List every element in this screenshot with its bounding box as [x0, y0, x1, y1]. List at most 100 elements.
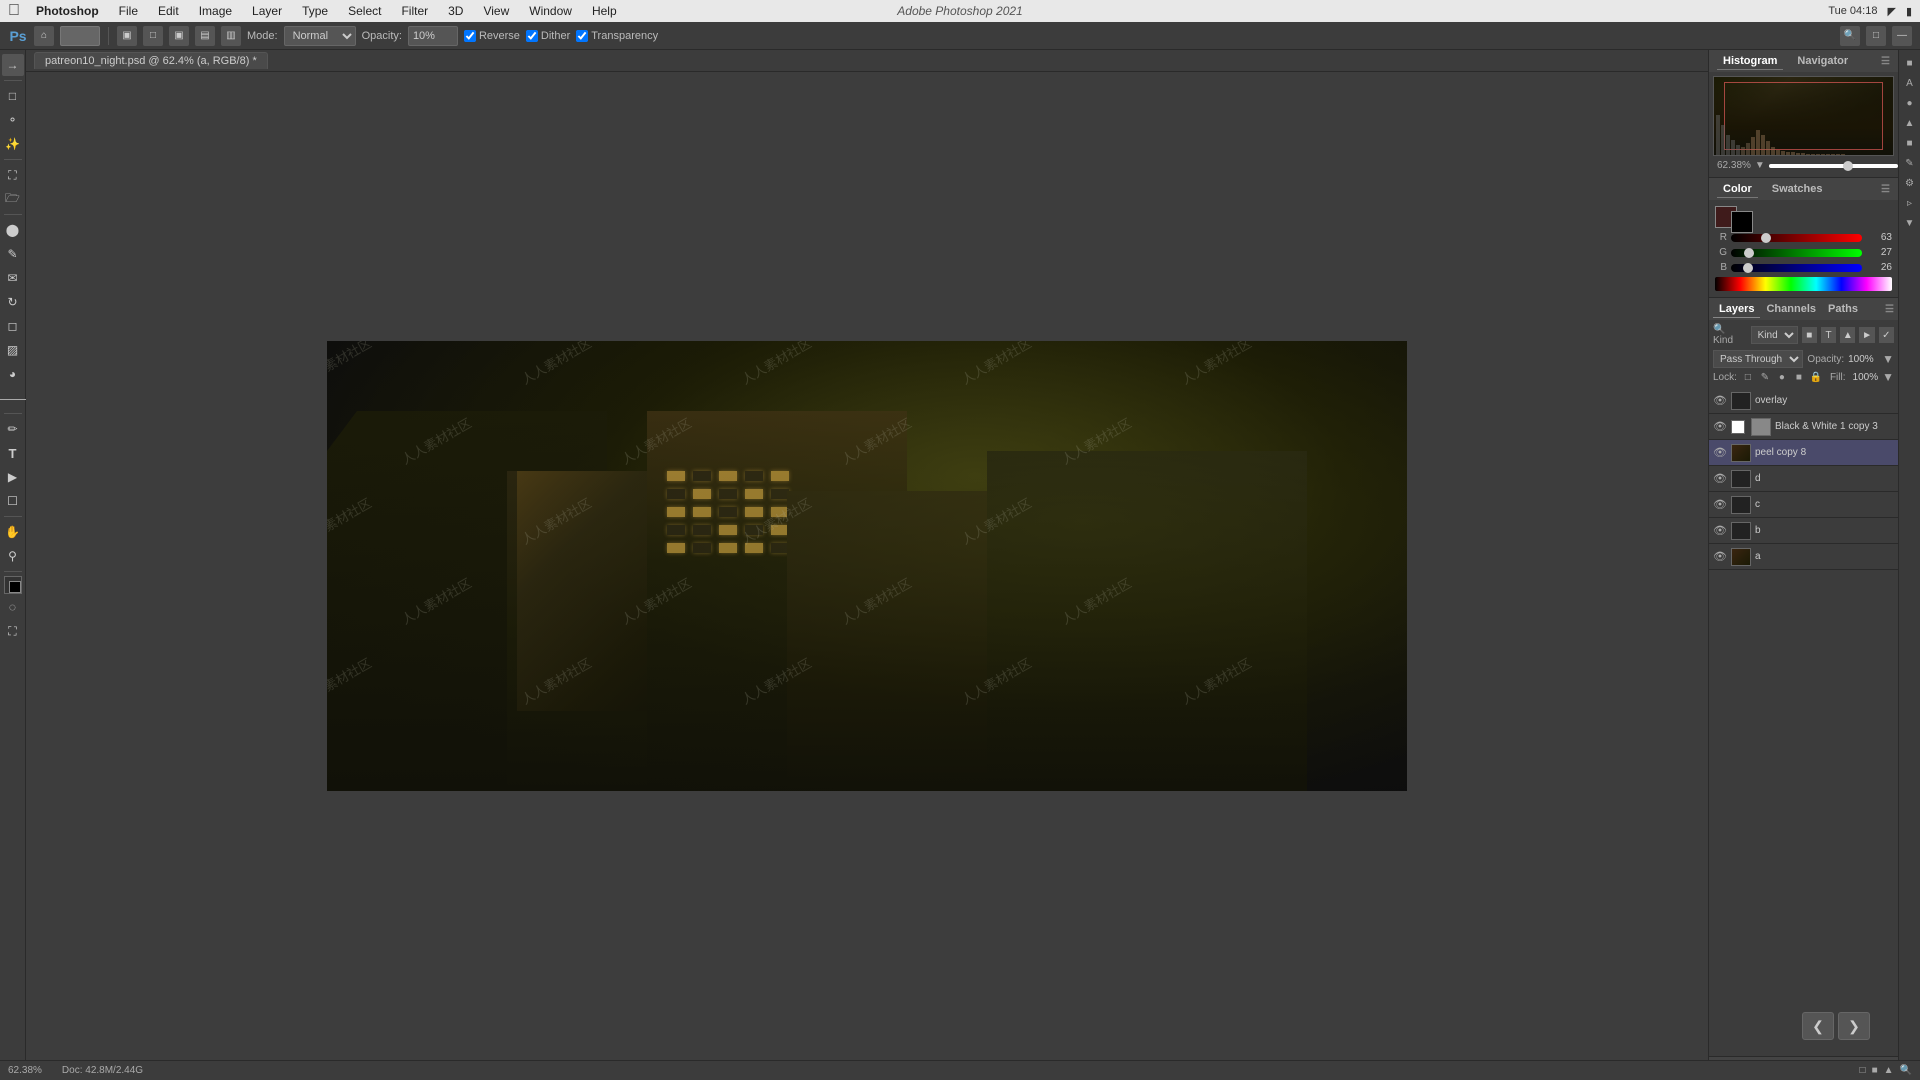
lock-position-icon[interactable]: ●: [1775, 370, 1789, 384]
r-slider[interactable]: [1731, 234, 1862, 242]
menu-layer[interactable]: Layer: [248, 2, 286, 20]
layer-icon-btn3[interactable]: ▲: [1840, 327, 1855, 343]
history-brush-tool[interactable]: ↻: [2, 291, 24, 313]
menu-image[interactable]: Image: [195, 2, 236, 20]
menu-view[interactable]: View: [479, 2, 513, 20]
menu-select[interactable]: Select: [344, 2, 385, 20]
marquee-tool[interactable]: □: [2, 85, 24, 107]
zoom-minus[interactable]: ▼: [1755, 160, 1765, 171]
fr-btn9[interactable]: ▼: [1901, 214, 1919, 232]
menu-filter[interactable]: Filter: [397, 2, 432, 20]
grid-icon2[interactable]: □: [143, 26, 163, 46]
bottom-icon1[interactable]: □: [1860, 1065, 1866, 1076]
color-tab[interactable]: Color: [1717, 181, 1758, 198]
color-spectrum-bar[interactable]: [1715, 277, 1892, 291]
fr-btn1[interactable]: ■: [1901, 54, 1919, 72]
reverse-checkbox[interactable]: [464, 30, 476, 42]
layer-visibility-toggle[interactable]: 👁: [1713, 472, 1727, 486]
home-icon[interactable]: ⌂: [34, 26, 54, 46]
grid-icon3[interactable]: ▣: [169, 26, 189, 46]
layer-icon-btn2[interactable]: T: [1821, 327, 1836, 343]
zoom-tool[interactable]: ⚲: [2, 545, 24, 567]
nav-left-arrow[interactable]: ❮: [1802, 1012, 1834, 1040]
layer-item[interactable]: 👁 c: [1709, 492, 1898, 518]
opacity-input[interactable]: 10%: [408, 26, 458, 46]
layer-item[interactable]: 👁 b: [1709, 518, 1898, 544]
eyedropper-tool[interactable]: 🗁: [2, 188, 24, 210]
move-tool[interactable]: →: [2, 54, 24, 76]
layer-item[interactable]: 👁 Black & White 1 copy 3: [1709, 414, 1898, 440]
color-panel-header[interactable]: Color Swatches ☰: [1709, 178, 1898, 200]
menu-type[interactable]: Type: [298, 2, 332, 20]
blur-tool[interactable]: ◕: [2, 363, 24, 385]
bottom-icon4[interactable]: 🔍: [1900, 1065, 1912, 1076]
layer-item[interactable]: 👁 overlay: [1709, 388, 1898, 414]
crop-tool[interactable]: ⛶: [2, 164, 24, 186]
fr-btn8[interactable]: ▹: [1901, 194, 1919, 212]
transparency-checkbox[interactable]: [576, 30, 588, 42]
paths-tab[interactable]: Paths: [1822, 301, 1864, 317]
brush-tool[interactable]: ✎: [2, 243, 24, 265]
canvas[interactable]: 人人素材社区 人人素材社区 人人素材社区 人人素材社区 人人素材社区 人人素材社…: [327, 341, 1407, 791]
shape-tool[interactable]: ☐: [2, 490, 24, 512]
clone-stamp-tool[interactable]: ✉: [2, 267, 24, 289]
lock-artboard-icon[interactable]: ■: [1792, 370, 1806, 384]
bottom-icon3[interactable]: ▲: [1884, 1065, 1894, 1076]
dither-checkbox-label[interactable]: Dither: [526, 30, 570, 42]
fr-btn6[interactable]: ✎: [1901, 154, 1919, 172]
foreground-color[interactable]: [4, 576, 22, 594]
lasso-tool[interactable]: ⚬: [2, 109, 24, 131]
brush-preview[interactable]: [60, 26, 100, 46]
menu-3d[interactable]: 3D: [444, 2, 467, 20]
histogram-tab[interactable]: Histogram: [1717, 53, 1783, 70]
document-tab[interactable]: patreon10_night.psd @ 62.4% (a, RGB/8) *: [34, 52, 268, 69]
layer-item-selected[interactable]: 👁 peel copy 8: [1709, 440, 1898, 466]
dither-checkbox[interactable]: [526, 30, 538, 42]
grid-icon4[interactable]: ▤: [195, 26, 215, 46]
healing-brush-tool[interactable]: ⬤: [2, 219, 24, 241]
zoom-slider[interactable]: [1769, 164, 1898, 168]
menu-photoshop[interactable]: Photoshop: [32, 2, 103, 20]
menu-edit[interactable]: Edit: [154, 2, 183, 20]
hand-tool[interactable]: ✋: [2, 521, 24, 543]
menu-help[interactable]: Help: [588, 2, 621, 20]
fr-btn7[interactable]: ⚙: [1901, 174, 1919, 192]
magic-wand-tool[interactable]: ✨: [2, 133, 24, 155]
layer-item[interactable]: 👁 a: [1709, 544, 1898, 570]
gradient-tool[interactable]: ▨: [2, 339, 24, 361]
layer-visibility-toggle[interactable]: 👁: [1713, 524, 1727, 538]
apple-logo[interactable]: : [8, 2, 20, 20]
layer-icon-btn1[interactable]: ■: [1802, 327, 1817, 343]
expand-icon[interactable]: □: [1866, 26, 1886, 46]
mode-select[interactable]: Normal Dissolve Multiply Screen Overlay: [284, 26, 356, 46]
dodge-tool[interactable]: ⸻: [2, 387, 24, 409]
layers-panel-menu-btn[interactable]: ☰: [1885, 304, 1894, 315]
layer-visibility-toggle[interactable]: 👁: [1713, 550, 1727, 564]
layers-tab[interactable]: Layers: [1713, 301, 1760, 318]
menu-window[interactable]: Window: [525, 2, 576, 20]
layer-visibility-toggle[interactable]: 👁: [1713, 446, 1727, 460]
grid-icon1[interactable]: ▣: [117, 26, 137, 46]
histogram-panel-header[interactable]: Histogram Navigator ☰: [1709, 50, 1898, 72]
background-swatch[interactable]: [1731, 211, 1753, 233]
layer-visibility-toggle[interactable]: 👁: [1713, 394, 1727, 408]
fill-arrow[interactable]: ▼: [1882, 370, 1894, 384]
lock-all-icon[interactable]: 🔒: [1809, 370, 1823, 384]
bottom-icon2[interactable]: ■: [1872, 1065, 1878, 1076]
channels-tab[interactable]: Channels: [1760, 301, 1822, 317]
layer-kind-select[interactable]: Kind: [1751, 326, 1798, 344]
quick-mask-mode[interactable]: ◌: [2, 596, 24, 618]
nav-right-arrow[interactable]: ❯: [1838, 1012, 1870, 1040]
layer-icon-btn5[interactable]: ✓: [1879, 327, 1894, 343]
layer-visibility-toggle[interactable]: 👁: [1713, 498, 1727, 512]
screen-mode[interactable]: ⛶: [2, 620, 24, 642]
grid-icon5[interactable]: ▥: [221, 26, 241, 46]
text-tool[interactable]: T: [2, 442, 24, 464]
layer-item[interactable]: 👁 d: [1709, 466, 1898, 492]
panel-menu-btn[interactable]: ☰: [1881, 56, 1890, 67]
fr-btn4[interactable]: ▲: [1901, 114, 1919, 132]
fr-btn5[interactable]: ■: [1901, 134, 1919, 152]
g-slider[interactable]: [1731, 249, 1862, 257]
lock-transparent-icon[interactable]: □: [1741, 370, 1755, 384]
pen-tool[interactable]: ✏: [2, 418, 24, 440]
